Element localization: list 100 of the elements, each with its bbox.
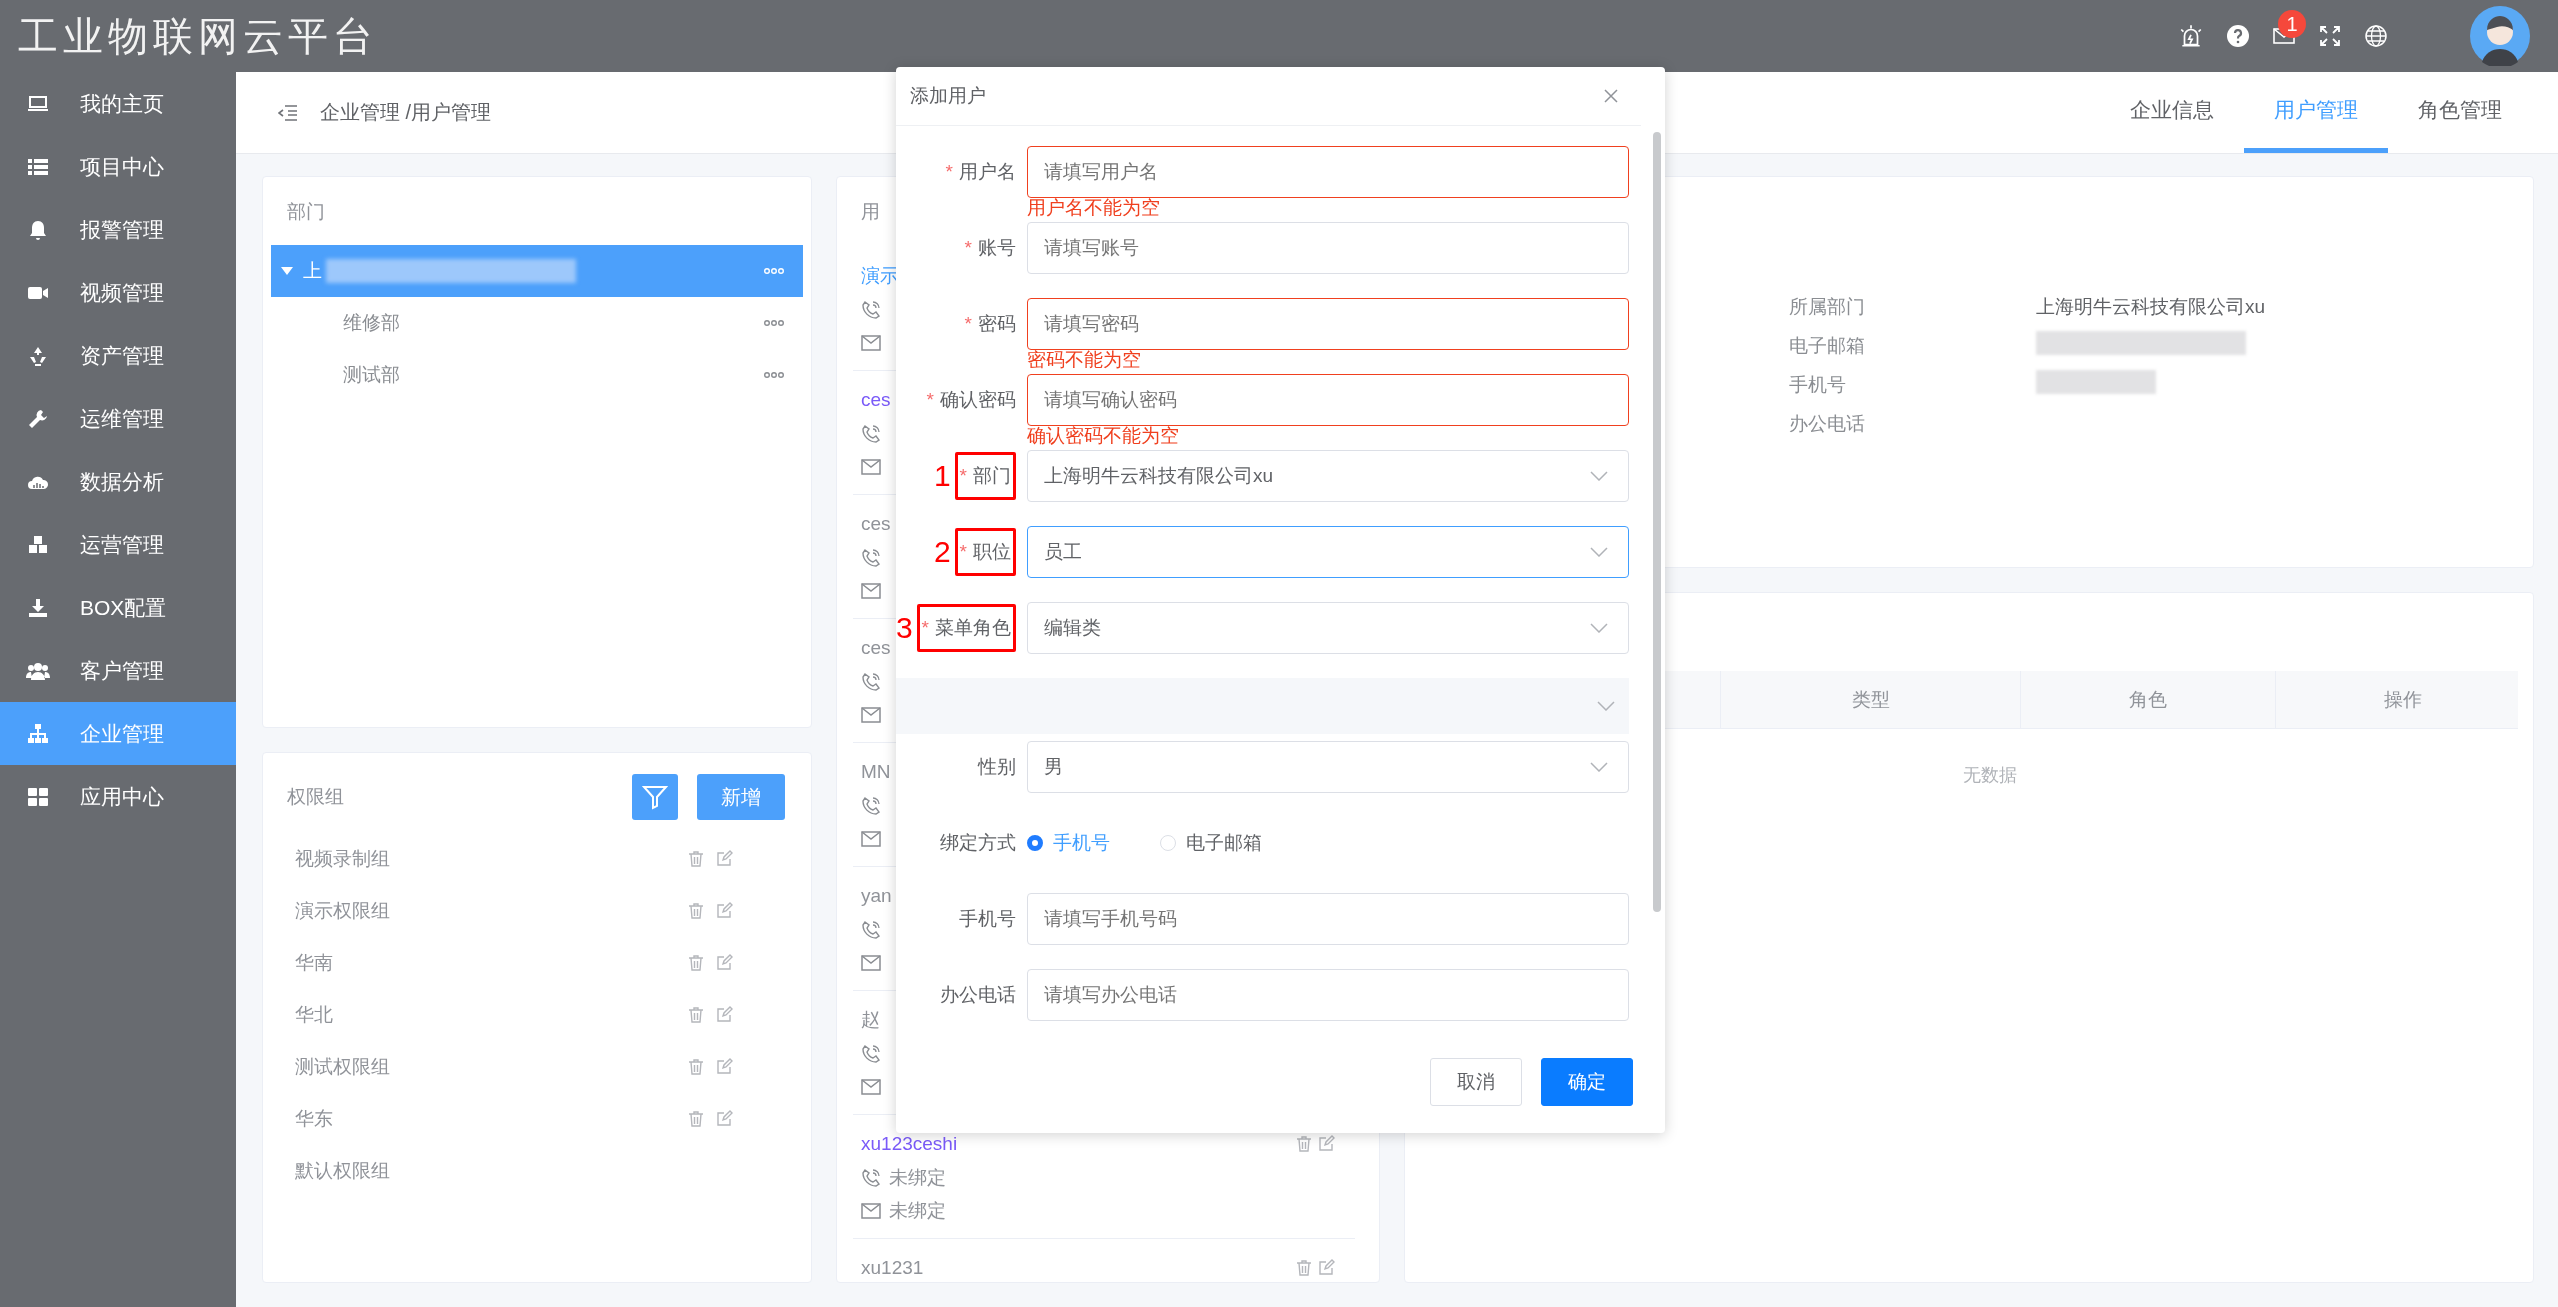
sidebar-item[interactable]: BOX配置 (0, 576, 236, 639)
card-title: 用 (861, 200, 880, 224)
user-name[interactable]: MN (861, 761, 891, 783)
close-button[interactable] (1603, 88, 1619, 104)
input-field[interactable]: 请填写用户名 (1027, 146, 1629, 198)
tree-node[interactable]: 测试部 (271, 349, 803, 401)
globe-icon[interactable] (2364, 24, 2388, 48)
notification-badge: 1 (2278, 10, 2306, 38)
phone-icon (861, 919, 881, 940)
mail-icon (861, 954, 881, 971)
phone-icon (861, 547, 881, 568)
user-name[interactable]: xu1231 (861, 1257, 924, 1279)
more-icon[interactable] (763, 371, 785, 379)
edit-icon[interactable] (1317, 1259, 1335, 1277)
help-icon[interactable] (2226, 24, 2250, 48)
caret-icon[interactable] (281, 267, 293, 275)
select-field[interactable]: 上海明牛云科技有限公司xu (1027, 450, 1629, 502)
scrollbar-thumb[interactable] (1653, 132, 1661, 912)
phone-icon (861, 299, 881, 320)
form-label: 绑定方式 (940, 831, 1016, 855)
permission-group-name[interactable]: 华北 (295, 1002, 687, 1028)
avatar-icon[interactable] (2470, 6, 2530, 66)
permission-group-name[interactable]: 华南 (295, 950, 687, 976)
card-title: 权限组 (287, 785, 345, 809)
user-name[interactable]: 赵 (861, 1007, 880, 1033)
tree-node[interactable]: 维修部 (271, 297, 803, 349)
tab[interactable]: 企业信息 (2100, 72, 2244, 153)
alarm-light-icon[interactable] (2178, 23, 2204, 49)
mail-icon (861, 1202, 881, 1219)
edit-icon[interactable] (1317, 1135, 1335, 1153)
user-name[interactable]: ces (861, 389, 891, 411)
edit-icon[interactable] (715, 850, 733, 868)
phone-icon (861, 795, 881, 816)
field-label: 办公电话 (1789, 411, 1866, 436)
edit-icon[interactable] (715, 1058, 733, 1076)
user-name[interactable]: ces (861, 513, 891, 535)
error-message: 确认密码不能为空 (1027, 426, 1180, 446)
tab[interactable]: 角色管理 (2388, 72, 2532, 153)
phone-icon (861, 1167, 881, 1188)
field-label: 所属部门 (1789, 294, 1866, 319)
trash-icon[interactable] (687, 1110, 705, 1128)
sidebar-item[interactable]: 应用中心 (0, 765, 236, 828)
edit-icon[interactable] (715, 1006, 733, 1024)
user-name[interactable]: ces (861, 637, 891, 659)
fullscreen-icon[interactable] (2318, 24, 2342, 48)
sidebar-item[interactable]: 运营管理 (0, 513, 236, 576)
permission-group-name[interactable]: 华东 (295, 1106, 687, 1132)
permission-group-name[interactable]: 默认权限组 (295, 1158, 733, 1184)
field-value: 上海明牛云科技有限公司xu (2036, 295, 2266, 317)
trash-icon[interactable] (687, 1006, 705, 1024)
filter-button[interactable] (632, 774, 678, 820)
more-icon[interactable] (763, 319, 785, 327)
permission-group-name[interactable]: 测试权限组 (295, 1054, 687, 1080)
radio-option[interactable]: 电子邮箱 (1160, 830, 1262, 856)
select-field[interactable]: 员工 (1027, 526, 1629, 578)
error-message: 密码不能为空 (1027, 350, 1142, 370)
edit-icon[interactable] (715, 1110, 733, 1128)
permission-group-name[interactable]: 视频录制组 (295, 846, 687, 872)
radio-option[interactable]: 手机号 (1027, 830, 1110, 856)
cancel-button[interactable]: 取消 (1430, 1058, 1522, 1106)
form-label: * 职位 (954, 528, 1016, 576)
trash-icon[interactable] (1295, 1135, 1313, 1153)
edit-icon[interactable] (715, 902, 733, 920)
permission-group-name[interactable]: 演示权限组 (295, 898, 687, 924)
select-field[interactable]: 男 (1027, 741, 1629, 793)
tree-label: 上 (303, 259, 322, 283)
sidebar-item[interactable]: 资产管理 (0, 324, 236, 387)
select-field[interactable]: 编辑类 (1027, 602, 1629, 654)
trash-icon[interactable] (1295, 1259, 1313, 1277)
tree-node[interactable]: 上 (271, 245, 803, 297)
confirm-button[interactable]: 确定 (1541, 1058, 1633, 1106)
user-name[interactable]: xu123ceshi (861, 1133, 958, 1155)
edit-icon[interactable] (715, 954, 733, 972)
sidebar-item[interactable]: 运维管理 (0, 387, 236, 450)
sidebar-item[interactable]: 客户管理 (0, 639, 236, 702)
user-name[interactable]: yan (861, 885, 892, 907)
empty-text: 无数据 (1962, 764, 2018, 787)
mail-icon (861, 334, 881, 351)
trash-icon[interactable] (687, 902, 705, 920)
sidebar-item[interactable]: 项目中心 (0, 135, 236, 198)
form-label: * 用户名 (945, 160, 1016, 184)
trash-icon[interactable] (687, 954, 705, 972)
input-field[interactable]: 请填写密码 (1027, 298, 1629, 350)
add-button[interactable]: 新增 (697, 774, 785, 820)
more-icon[interactable] (763, 267, 785, 275)
sidebar-item[interactable]: 企业管理 (0, 702, 236, 765)
trash-icon[interactable] (687, 1058, 705, 1076)
dialog-title: 添加用户 (910, 84, 987, 108)
card-title: 部门 (286, 200, 326, 224)
app-title: 工业物联网云平台 (18, 11, 379, 61)
input-field[interactable]: 请填写确认密码 (1027, 374, 1629, 426)
sidebar-item[interactable]: 我的主页 (0, 72, 236, 135)
trash-icon[interactable] (687, 850, 705, 868)
sidebar-item[interactable]: 报警管理 (0, 198, 236, 261)
sidebar-item[interactable]: 视频管理 (0, 261, 236, 324)
sidebar-item[interactable]: 数据分析 (0, 450, 236, 513)
collapse-menu-icon[interactable] (278, 103, 298, 122)
tab[interactable]: 用户管理 (2244, 72, 2388, 153)
mail-icon (861, 706, 881, 723)
collapse-header[interactable] (896, 678, 1629, 734)
